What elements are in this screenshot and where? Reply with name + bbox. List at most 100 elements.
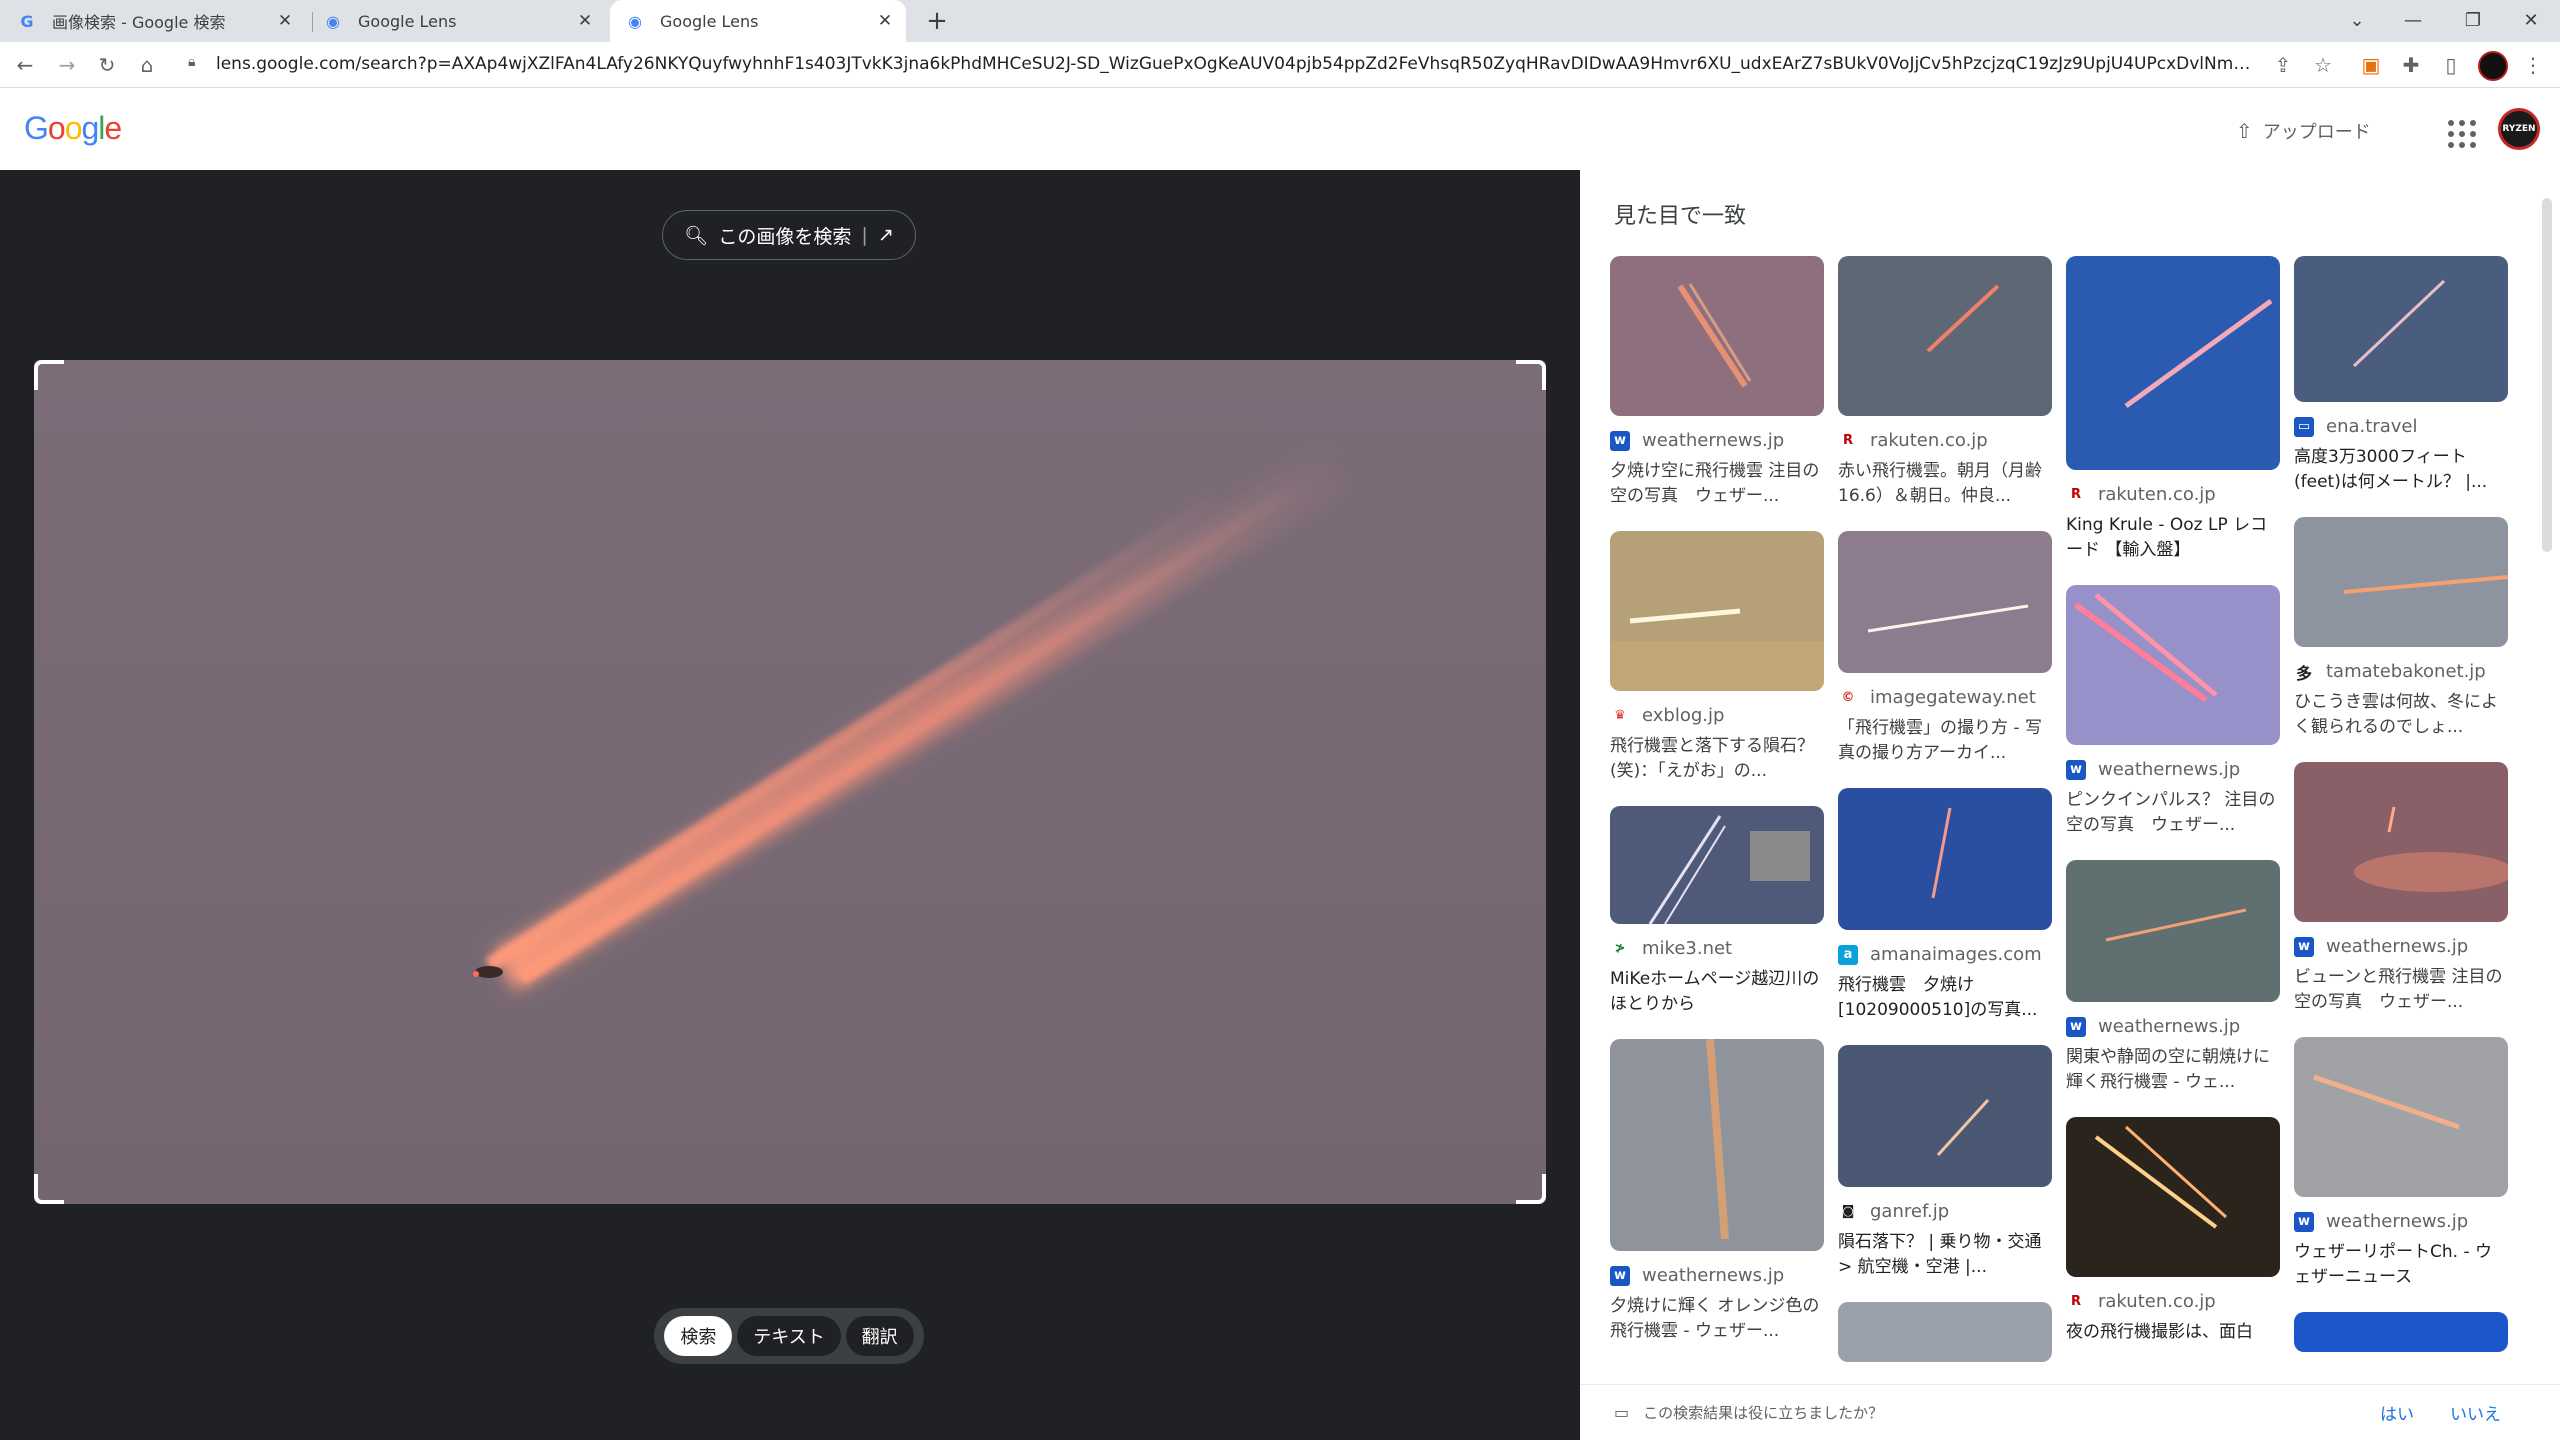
menu-kebab-icon[interactable]: ⋮ bbox=[2518, 50, 2548, 80]
mike3-icon: ≯ bbox=[1614, 941, 1626, 956]
result-thumbnail[interactable] bbox=[2294, 762, 2508, 922]
share-icon[interactable]: ⇪ bbox=[2268, 50, 2298, 80]
crop-handle-top-right[interactable] bbox=[1516, 360, 1546, 390]
result-thumbnail[interactable] bbox=[1838, 1302, 2052, 1362]
new-tab-button[interactable]: + bbox=[922, 6, 952, 36]
result-card[interactable]: 多 tamatebakonet.jp ひこうき雲は何故、冬によく観られるのでしょ.… bbox=[2294, 517, 2508, 740]
result-thumbnail[interactable] bbox=[2294, 1312, 2508, 1352]
extensions-icon[interactable]: ✚ bbox=[2396, 50, 2426, 80]
result-title[interactable]: ウェザーリポートCh. - ウェザーニュース bbox=[2294, 1240, 2508, 1290]
result-source: exblog.jp bbox=[1642, 705, 1725, 726]
result-title[interactable]: 飛行機雲と落下する隕石？(笑)：「えがお」の... bbox=[1610, 734, 1824, 784]
tab-google-lens-1[interactable]: ◉ Google Lens ✕ bbox=[322, 0, 606, 42]
result-title[interactable]: 「飛行機雲」の撮り方 - 写真の撮り方アーカイ... bbox=[1838, 716, 2052, 766]
result-source: rakuten.co.jp bbox=[2098, 1291, 2216, 1312]
home-icon[interactable]: ⌂ bbox=[132, 50, 162, 80]
query-photo[interactable] bbox=[34, 360, 1546, 1204]
restore-icon[interactable]: ❐ bbox=[2456, 4, 2490, 36]
result-title[interactable]: 夜の飛行機撮影は、面白い！大地と遊ぶ自由想... bbox=[2066, 1320, 2280, 1345]
result-card[interactable]: w weathernews.jp 関東や静岡の空に朝焼けに輝く飛行機雲 - ウェ.… bbox=[2066, 860, 2280, 1095]
result-title[interactable]: MiKeホームページ越辺川のほとりから bbox=[1610, 967, 1824, 1017]
result-source: ena.travel bbox=[2326, 416, 2418, 437]
result-title[interactable]: 夕焼け空に飛行機雲 注目の空の写真 ウェザー... bbox=[1610, 459, 1824, 509]
crop-handle-top-left[interactable] bbox=[34, 360, 64, 390]
rss-extension-icon[interactable]: ▣ bbox=[2356, 50, 2386, 80]
mode-translate-button[interactable]: 翻訳 bbox=[845, 1316, 914, 1356]
result-thumbnail[interactable] bbox=[2294, 256, 2508, 402]
google-logo[interactable]: Google bbox=[24, 110, 122, 147]
result-title[interactable]: 関東や静岡の空に朝焼けに輝く飛行機雲 - ウェ... bbox=[2066, 1045, 2280, 1095]
result-card[interactable]: ▭ ena.travel 高度3万3000フィート(feet)は何メートル？ |.… bbox=[2294, 256, 2508, 495]
result-card[interactable]: Rrakuten.co.jp King Krule - Ooz LP レコード … bbox=[2066, 256, 2280, 563]
result-title[interactable]: 飛行機雲 夕焼け [10209000510]の写真... bbox=[1838, 973, 2052, 1023]
result-card[interactable]: w weathernews.jp ビューンと飛行機雲 注目の空の写真 ウェザー..… bbox=[2294, 762, 2508, 1015]
result-title[interactable]: 夕焼けに輝く オレンジ色の飛行機雲 - ウェザー... bbox=[1610, 1294, 1824, 1344]
apps-grid-icon[interactable] bbox=[2442, 114, 2476, 148]
crop-handle-bottom-left[interactable] bbox=[34, 1174, 64, 1204]
mode-search-button[interactable]: 検索 bbox=[664, 1316, 733, 1356]
result-title[interactable]: King Krule - Ooz LP レコード 【輸入盤】 bbox=[2066, 513, 2280, 563]
upload-icon: ⇧ bbox=[2236, 119, 2253, 143]
result-thumbnail[interactable] bbox=[1610, 806, 1824, 924]
result-card[interactable]: w weathernews.jp ウェザーリポートCh. - ウェザーニュース bbox=[2294, 1037, 2508, 1290]
crop-handle-bottom-right[interactable] bbox=[1516, 1174, 1546, 1204]
result-title[interactable]: ピンクインパルス？ 注目の空の写真 ウェザー... bbox=[2066, 788, 2280, 838]
tab-google-lens-2[interactable]: ◉ Google Lens ✕ bbox=[610, 0, 906, 42]
result-card[interactable]: © imagegateway.net 「飛行機雲」の撮り方 - 写真の撮り方アーカ… bbox=[1838, 531, 2052, 766]
tab-title: Google Lens bbox=[660, 11, 759, 31]
results-column: Rrakuten.co.jp King Krule - Ooz LP レコード … bbox=[2066, 256, 2280, 1367]
result-thumbnail[interactable] bbox=[1610, 531, 1824, 691]
result-card-partial[interactable] bbox=[2294, 1312, 2508, 1352]
result-card[interactable]: w weathernews.jp 夕焼け空に飛行機雲 注目の空の写真 ウェザー..… bbox=[1610, 256, 1824, 509]
bookmark-star-icon[interactable]: ☆ bbox=[2308, 50, 2338, 80]
reload-icon[interactable]: ↻ bbox=[92, 50, 122, 80]
result-source: weathernews.jp bbox=[2098, 1016, 2241, 1037]
profile-avatar[interactable] bbox=[2478, 51, 2508, 81]
result-title[interactable]: ビューンと飛行機雲 注目の空の写真 ウェザー... bbox=[2294, 965, 2508, 1015]
result-thumbnail[interactable] bbox=[2066, 860, 2280, 1002]
mode-text-button[interactable]: テキスト bbox=[737, 1316, 841, 1356]
result-card[interactable]: ◙ ganref.jp 隕石落下？ | 乗り物・交通 > 航空機・空港 |... bbox=[1838, 1045, 2052, 1280]
result-thumbnail[interactable] bbox=[1610, 1039, 1824, 1251]
result-card[interactable]: Rrakuten.co.jp 夜の飛行機撮影は、面白い！大地と遊ぶ自由想... bbox=[2066, 1117, 2280, 1345]
result-thumbnail[interactable] bbox=[2294, 517, 2508, 647]
address-bar[interactable]: lens.google.com/search?p=AXAp4wjXZlFAn4L… bbox=[216, 54, 2256, 74]
result-card[interactable]: ♛ exblog.jp 飛行機雲と落下する隕石？(笑)：「えがお」の... bbox=[1610, 531, 1824, 784]
result-card[interactable]: a amanaimages.com 飛行機雲 夕焼け [10209000510]の… bbox=[1838, 788, 2052, 1023]
feedback-no-button[interactable]: いいえ bbox=[2450, 1400, 2501, 1425]
result-thumbnail[interactable] bbox=[1838, 788, 2052, 930]
result-title[interactable]: 隕石落下？ | 乗り物・交通 > 航空機・空港 |... bbox=[1838, 1230, 2052, 1280]
result-card-partial[interactable] bbox=[1838, 1302, 2052, 1362]
window-close-icon[interactable]: ✕ bbox=[2514, 4, 2548, 36]
minimize-icon[interactable]: — bbox=[2396, 4, 2430, 36]
result-card[interactable]: w weathernews.jp ピンクインパルス？ 注目の空の写真 ウェザー..… bbox=[2066, 585, 2280, 838]
tab-search-icon[interactable]: ⌄ bbox=[2340, 4, 2374, 36]
result-thumbnail[interactable] bbox=[1838, 531, 2052, 673]
side-panel-icon[interactable]: ▯ bbox=[2436, 50, 2466, 80]
upload-button[interactable]: ⇧ アップロード bbox=[2236, 116, 2371, 146]
result-thumbnail[interactable] bbox=[1838, 1045, 2052, 1187]
result-thumbnail[interactable] bbox=[2066, 1117, 2280, 1277]
result-thumbnail[interactable] bbox=[2294, 1037, 2508, 1197]
lock-icon[interactable]: 🔒︎ bbox=[188, 54, 195, 70]
feedback-yes-button[interactable]: はい bbox=[2380, 1400, 2414, 1425]
results-scrollbar[interactable] bbox=[2538, 188, 2554, 1378]
result-card[interactable]: w weathernews.jp 夕焼けに輝く オレンジ色の飛行機雲 - ウェザー… bbox=[1610, 1039, 1824, 1344]
result-card[interactable]: Rrakuten.co.jp 赤い飛行機雲。朝月（月齢 16.6）＆朝日。仲良.… bbox=[1838, 256, 2052, 509]
close-icon[interactable]: ✕ bbox=[574, 10, 596, 32]
result-thumbnail[interactable] bbox=[2066, 585, 2280, 745]
close-icon[interactable]: ✕ bbox=[274, 10, 296, 32]
account-avatar[interactable]: RYZEN bbox=[2498, 108, 2540, 150]
result-thumbnail[interactable] bbox=[1610, 256, 1824, 416]
result-title[interactable]: ひこうき雲は何故、冬によく観られるのでしょ... bbox=[2294, 690, 2508, 740]
close-icon[interactable]: ✕ bbox=[874, 10, 896, 32]
result-thumbnail[interactable] bbox=[2066, 256, 2280, 470]
back-icon[interactable]: ← bbox=[10, 50, 40, 80]
result-title[interactable]: 高度3万3000フィート(feet)は何メートル？ |... bbox=[2294, 445, 2508, 495]
forward-icon[interactable]: → bbox=[52, 50, 82, 80]
result-card[interactable]: ≯ mike3.net MiKeホームページ越辺川のほとりから bbox=[1610, 806, 1824, 1017]
search-this-image-button[interactable]: 🔍︎ この画像を検索 | ↗ bbox=[662, 210, 916, 260]
tab-image-search[interactable]: G 画像検索 - Google 検索 ✕ bbox=[16, 0, 306, 42]
result-thumbnail[interactable] bbox=[1838, 256, 2052, 416]
result-title[interactable]: 赤い飛行機雲。朝月（月齢 16.6）＆朝日。仲良... bbox=[1838, 459, 2052, 509]
